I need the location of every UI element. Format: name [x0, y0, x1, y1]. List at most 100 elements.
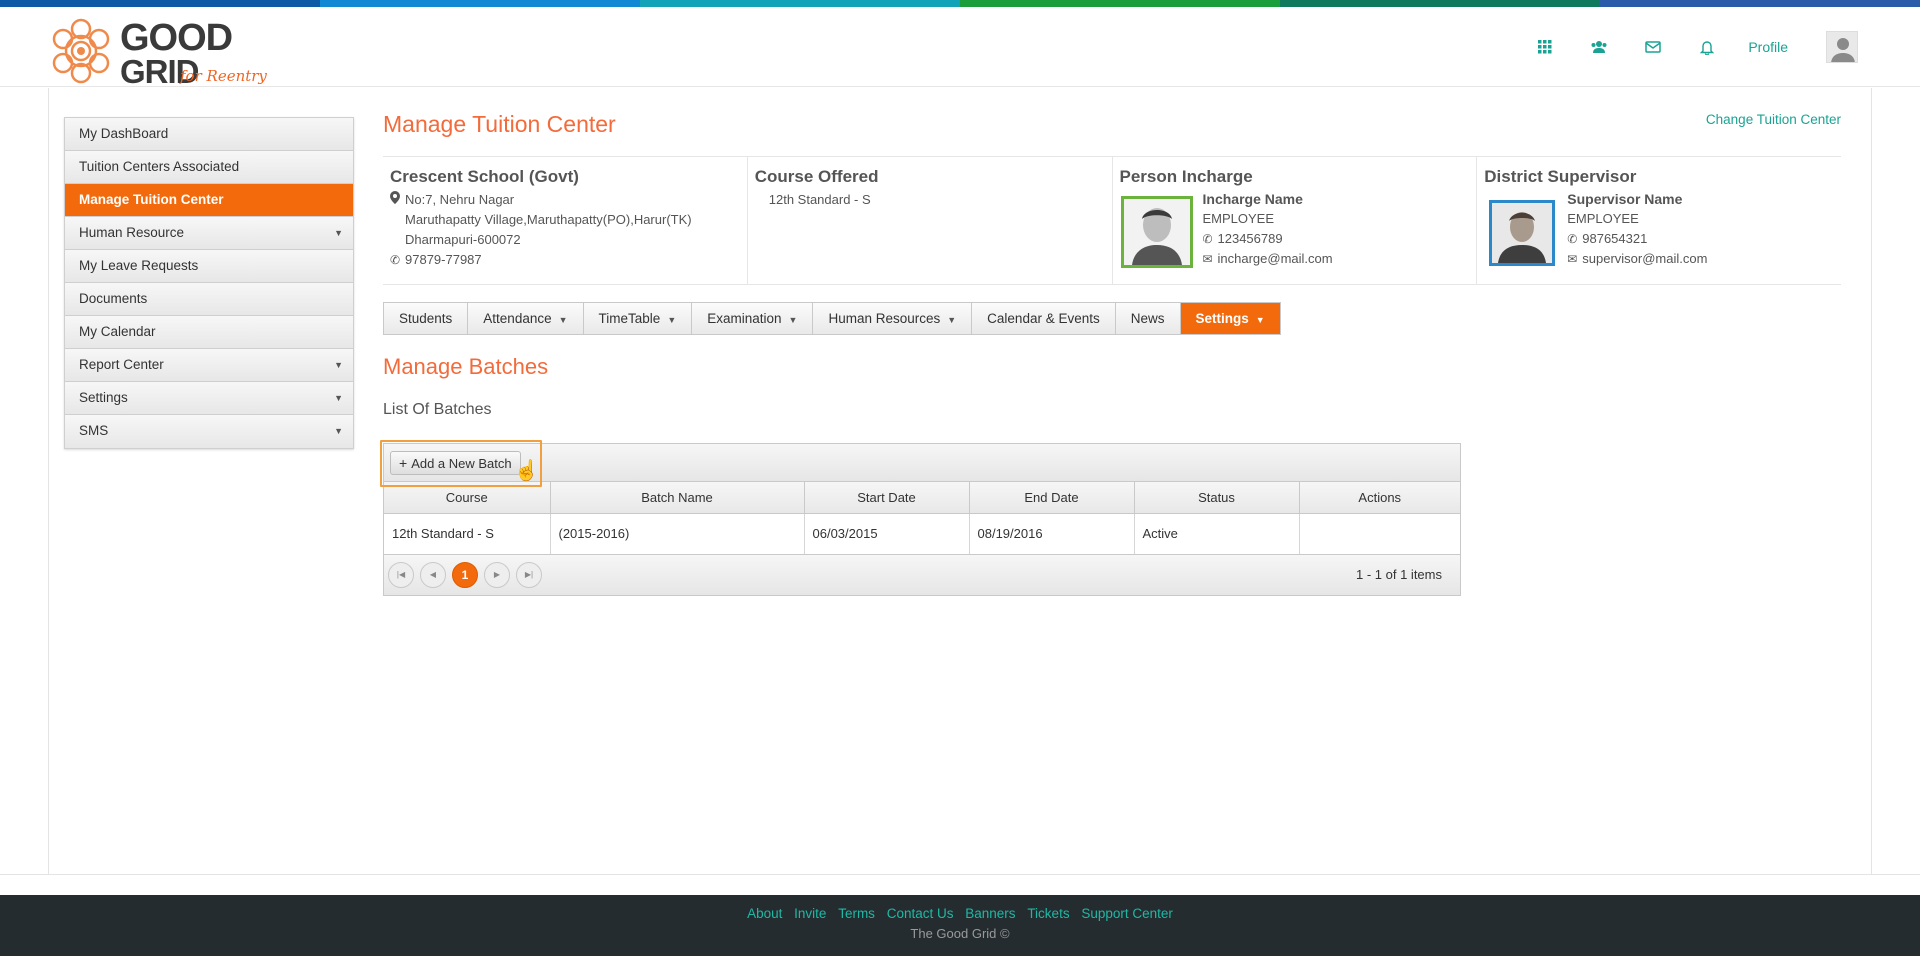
sidebar-item-human-resource[interactable]: Human Resource ▼: [65, 217, 353, 250]
caret-down-icon: ▼: [334, 426, 343, 436]
content-frame-bottom: [0, 874, 1920, 875]
column-header-batch-name[interactable]: Batch Name: [550, 482, 805, 514]
next-page-icon[interactable]: ▶: [484, 561, 510, 588]
sidebar-item-manage-tuition-center[interactable]: Manage Tuition Center: [65, 184, 353, 217]
prev-page-icon[interactable]: ◀: [420, 561, 446, 588]
sidebar-item-label: Tuition Centers Associated: [79, 159, 240, 174]
incharge-details: Incharge Name EMPLOYEE ✆ 123456789 ✉ incha…: [1203, 189, 1333, 269]
tab-label: Attendance: [483, 311, 552, 326]
incharge-role: EMPLOYEE: [1202, 211, 1275, 226]
caret-down-icon: ▼: [788, 315, 798, 325]
top-color-stripe: [0, 0, 1920, 7]
tab-settings[interactable]: Settings ▼: [1180, 303, 1280, 334]
header: GOOD GRID for Reentry Profile: [0, 7, 1920, 88]
footer-link-tickets[interactable]: Tickets: [1027, 906, 1069, 921]
last-page-icon[interactable]: ▶|: [516, 561, 542, 588]
tab-label: Settings: [1195, 311, 1249, 326]
copyright: The Good Grid ©: [910, 926, 1010, 941]
sidebar-item-documents[interactable]: Documents: [65, 283, 353, 316]
incharge-photo: [1120, 196, 1193, 268]
grid-toolbar: + Add a New Batch: [384, 444, 1460, 482]
caret-down-icon: ▼: [667, 315, 677, 325]
supervisor-name: Supervisor Name: [1567, 191, 1683, 207]
caret-down-icon: ▼: [1255, 315, 1265, 325]
supervisor-phone: 987654321: [1582, 231, 1648, 246]
supervisor-photo: [1489, 200, 1556, 266]
column-header-end-date[interactable]: End Date: [969, 482, 1135, 514]
tab-human-resources[interactable]: Human Resources ▼: [813, 303, 973, 334]
phone-icon: ✆: [1567, 232, 1578, 246]
footer-link-about[interactable]: About: [747, 906, 782, 921]
caret-down-icon: ▼: [334, 228, 343, 238]
sidebar-item-label: My DashBoard: [79, 126, 169, 141]
footer-link-invite[interactable]: Invite: [794, 906, 826, 921]
profile-link[interactable]: Profile: [1748, 39, 1788, 55]
footer-link-banners[interactable]: Banners: [965, 906, 1015, 921]
sidebar-item-sms[interactable]: SMS ▼: [65, 415, 353, 448]
sidebar-item-report-center[interactable]: Report Center ▼: [65, 349, 353, 382]
envelope-icon: ✉: [1567, 252, 1578, 266]
table-header-row: Course Batch Name Start Date End Date St…: [384, 482, 1460, 514]
phone-icon: ✆: [1202, 232, 1213, 246]
change-tuition-center-link[interactable]: Change Tuition Center: [1706, 112, 1841, 127]
table-row[interactable]: 12th Standard - S (2015-2016) 06/03/2015…: [384, 513, 1460, 555]
column-header-start-date[interactable]: Start Date: [804, 482, 970, 514]
sidebar-item-label: Human Resource: [79, 225, 185, 240]
footer: About Invite Terms Contact Us Banners Ti…: [0, 895, 1920, 956]
sidebar-item-dashboard[interactable]: My DashBoard: [65, 118, 353, 151]
cell-course: 12th Standard - S: [384, 513, 551, 555]
column-header-actions: Actions: [1299, 482, 1460, 514]
pager-info: 1 - 1 of 1 items: [1356, 566, 1442, 582]
logo[interactable]: GOOD GRID for Reentry: [48, 15, 268, 88]
mail-icon[interactable]: [1638, 32, 1668, 62]
cell-status: Active: [1134, 513, 1300, 555]
sidebar-item-tuition-centers[interactable]: Tuition Centers Associated: [65, 151, 353, 184]
incharge-phone-line: ✆ 123456789: [1203, 229, 1333, 249]
bell-icon[interactable]: [1692, 32, 1722, 62]
cell-actions: [1299, 513, 1460, 555]
center-info-panel: Crescent School (Govt) No:7, Nehru Nagar…: [383, 156, 1841, 285]
footer-link-terms[interactable]: Terms: [838, 906, 875, 921]
tab-calendar-events[interactable]: Calendar & Events: [972, 303, 1116, 334]
sidebar-item-label: Documents: [79, 291, 148, 306]
current-page-button[interactable]: 1: [452, 561, 478, 588]
footer-links: About Invite Terms Contact Us Banners Ti…: [0, 906, 1920, 921]
footer-link-contact[interactable]: Contact Us: [887, 906, 954, 921]
sidebar-item-label: SMS: [79, 423, 109, 438]
supervisor-heading: District Supervisor: [1484, 167, 1637, 186]
batches-grid: + Add a New Batch Course Batch Name Start…: [383, 443, 1461, 596]
caret-down-icon: ▼: [334, 360, 343, 370]
footer-link-support[interactable]: Support Center: [1081, 906, 1173, 921]
sidebar-item-calendar[interactable]: My Calendar: [65, 316, 353, 349]
supervisor-role: EMPLOYEE: [1567, 211, 1639, 226]
user-avatar[interactable]: [1826, 31, 1858, 63]
apps-grid-icon[interactable]: [1530, 32, 1560, 62]
tab-attendance[interactable]: Attendance ▼: [468, 303, 584, 334]
first-page-icon[interactable]: |◀: [388, 561, 414, 588]
course-heading: Course Offered: [754, 167, 879, 186]
supervisor-email[interactable]: supervisor@mail.com: [1582, 251, 1707, 266]
hand-cursor-icon: ☝: [514, 460, 539, 482]
module-tabs: Students Attendance ▼ TimeTable ▼ Examinat…: [383, 302, 1281, 335]
logo-tagline: for Reentry: [180, 67, 267, 85]
sidebar-item-leave-requests[interactable]: My Leave Requests: [65, 250, 353, 283]
tab-students[interactable]: Students: [384, 303, 469, 334]
incharge-email[interactable]: incharge@mail.com: [1218, 251, 1333, 266]
envelope-icon: ✉: [1202, 252, 1213, 266]
address-line-2: Maruthapatty Village,Maruthapatty(PO),Ha…: [405, 212, 692, 227]
supervisor-details: Supervisor Name EMPLOYEE ✆ 987654321 ✉ sup…: [1567, 189, 1707, 269]
tab-timetable[interactable]: TimeTable ▼: [584, 303, 693, 334]
sidebar-item-settings[interactable]: Settings ▼: [65, 382, 353, 415]
supervisor-info: District Supervisor Supervisor Name EMPL…: [1477, 157, 1841, 284]
course-value: 12th Standard - S: [768, 192, 871, 207]
caret-down-icon: ▼: [334, 393, 343, 403]
sidebar: My DashBoard Tuition Centers Associated …: [64, 117, 354, 449]
tab-news[interactable]: News: [1116, 303, 1181, 334]
tab-label: TimeTable: [598, 311, 661, 326]
column-header-status[interactable]: Status: [1134, 482, 1300, 514]
school-name: Crescent School (Govt): [390, 167, 579, 186]
users-icon[interactable]: [1584, 32, 1614, 62]
tab-examination[interactable]: Examination ▼: [692, 303, 814, 334]
school-info: Crescent School (Govt) No:7, Nehru Nagar…: [383, 157, 748, 284]
incharge-email-line: ✉ incharge@mail.com: [1203, 249, 1333, 269]
